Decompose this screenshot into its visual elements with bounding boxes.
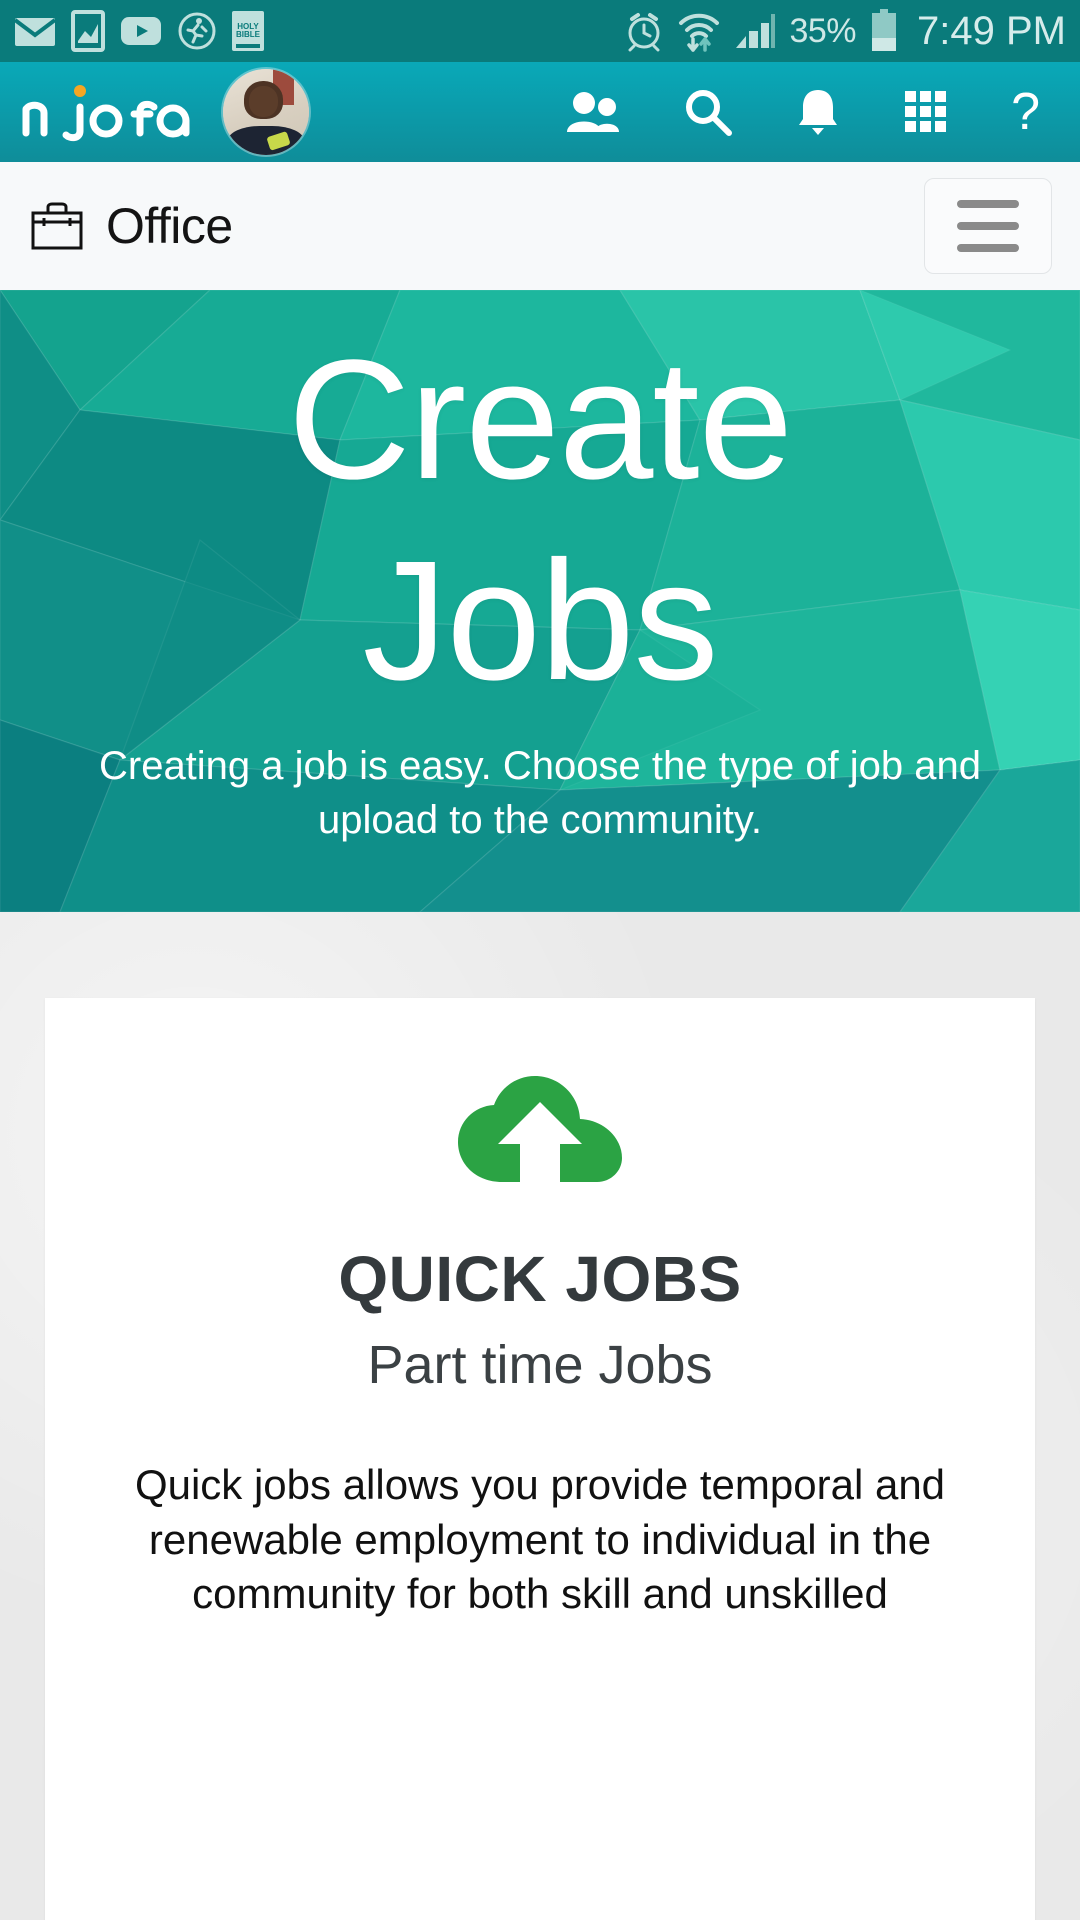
alarm-icon	[628, 13, 660, 52]
quick-jobs-card[interactable]: QUICK JOBS Part time Jobs Quick jobs all…	[45, 998, 1035, 1920]
hamburger-bar	[957, 244, 1019, 252]
cloud-upload-icon	[450, 1056, 630, 1186]
status-bar-right-icons: 35% 7:49 PM	[624, 9, 1066, 54]
gallery-icon	[71, 10, 105, 52]
status-bar: HOLY BIBLE 35% 7:49 PM	[0, 0, 1080, 62]
help-icon[interactable]: ?	[1011, 86, 1040, 138]
battery-icon	[872, 9, 897, 51]
hamburger-bar	[957, 200, 1019, 208]
bible-icon-line2: BIBLE	[236, 30, 260, 39]
wifi-icon	[679, 13, 720, 52]
hero-subtitle: Creating a job is easy. Choose the type …	[98, 744, 982, 843]
card-subheading: Part time Jobs	[367, 1335, 713, 1395]
signal-icon	[736, 14, 776, 48]
apps-grid-icon[interactable]	[903, 89, 949, 135]
hero-title-line2: Jobs	[362, 525, 718, 716]
hero-content: Create Jobs Creating a job is easy. Choo…	[0, 290, 1080, 912]
bible-icon: HOLY BIBLE	[232, 11, 264, 51]
card-heading: QUICK JOBS	[338, 1243, 742, 1315]
search-icon[interactable]	[683, 87, 733, 137]
bell-icon[interactable]	[795, 87, 841, 137]
status-bar-left-icons: HOLY BIBLE	[14, 10, 264, 52]
friends-icon[interactable]	[565, 90, 621, 134]
hamburger-menu-button[interactable]	[924, 178, 1052, 274]
youtube-icon	[121, 17, 161, 45]
battery-percent-label: 35%	[789, 11, 857, 50]
email-icon	[14, 18, 56, 46]
breadcrumb: Office	[30, 197, 233, 255]
page-title: Office	[106, 198, 233, 254]
app-header: ?	[0, 62, 1080, 162]
header-action-icons: ?	[565, 86, 1080, 138]
hero-title-line1: Create	[287, 325, 793, 515]
hamburger-bar	[957, 222, 1019, 230]
phone-screen: HOLY BIBLE 35% 7:49 PM ? Office Create J…	[0, 0, 1080, 1920]
main-content: QUICK JOBS Part time Jobs Quick jobs all…	[0, 912, 1080, 1920]
clock-label: 7:49 PM	[917, 8, 1066, 53]
card-body-text: Quick jobs allows you provide temporal a…	[134, 1461, 946, 1618]
hero-banner: Create Jobs Creating a job is easy. Choo…	[0, 290, 1080, 912]
sub-header: Office	[0, 162, 1080, 290]
briefcase-icon	[31, 202, 83, 250]
help-icon-label: ?	[1011, 83, 1040, 141]
njofa-logo[interactable]	[18, 82, 193, 142]
user-avatar[interactable]	[223, 69, 309, 155]
fitness-icon	[178, 12, 216, 50]
